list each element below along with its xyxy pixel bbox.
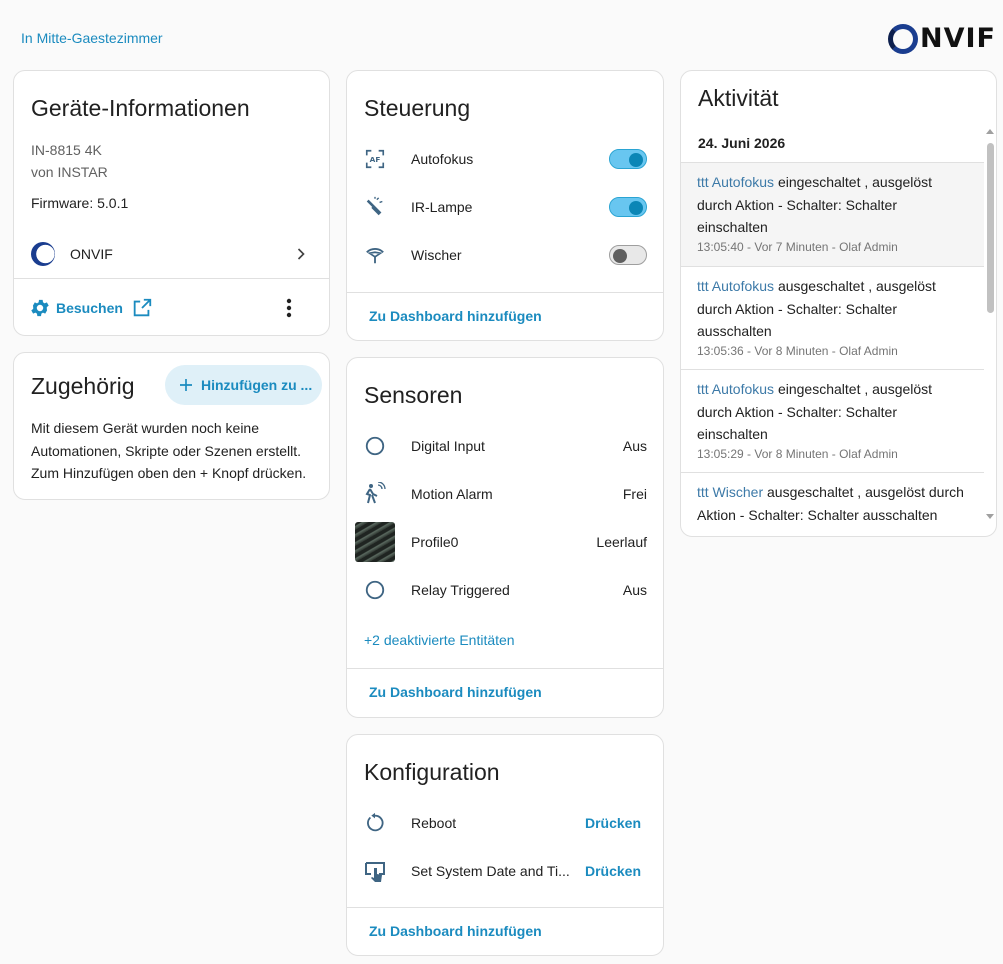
toggle-knob bbox=[629, 201, 643, 215]
circle-outline-icon bbox=[363, 434, 387, 458]
scrollbar-thumb[interactable] bbox=[987, 143, 994, 313]
sensor-row-profile0[interactable]: Profile0 Leerlauf bbox=[347, 522, 663, 562]
wiper-toggle[interactable] bbox=[609, 245, 647, 265]
activity-scrollbar[interactable] bbox=[984, 127, 996, 525]
device-info-card: Geräte-Informationen IN-8815 4K von INST… bbox=[13, 70, 330, 336]
sensor-value: Aus bbox=[622, 582, 647, 598]
device-model: IN-8815 4K bbox=[31, 142, 102, 158]
activity-meta: 13:05:29 - Vor 8 Minuten - Olaf Admin bbox=[697, 446, 898, 461]
add-to-label: Hinzufügen zu ... bbox=[201, 377, 313, 393]
scroll-down-arrow-icon[interactable] bbox=[984, 511, 996, 521]
onvif-logo: NVIF bbox=[888, 22, 1000, 56]
visit-button[interactable]: Besuchen bbox=[29, 296, 153, 320]
controls-add-dashboard-button[interactable]: Zu Dashboard hinzufügen bbox=[369, 308, 542, 324]
breadcrumb-link[interactable]: In Mitte-Gaestezimmer bbox=[21, 30, 163, 46]
controls-title: Steuerung bbox=[364, 95, 471, 121]
autofocus-toggle[interactable] bbox=[609, 149, 647, 169]
restart-icon bbox=[363, 811, 387, 835]
gesture-tap-button-icon bbox=[363, 859, 387, 883]
device-firmware: Firmware: 5.0.1 bbox=[31, 195, 129, 211]
sensor-value: Aus bbox=[622, 438, 647, 454]
autofocus-icon: AF bbox=[363, 147, 387, 171]
chevron-right-icon bbox=[291, 244, 311, 264]
control-label: Wischer bbox=[411, 247, 462, 263]
activity-entry: ttt Autofokus eingeschaltet , ausgelöst … bbox=[681, 370, 984, 473]
integration-label: ONVIF bbox=[70, 246, 113, 262]
config-add-dashboard-button[interactable]: Zu Dashboard hinzufügen bbox=[369, 923, 542, 939]
ir-lamp-toggle[interactable] bbox=[609, 197, 647, 217]
controls-card: Steuerung AF Autofokus IR-Lampe Wischer … bbox=[346, 70, 664, 341]
control-row-autofocus[interactable]: AF Autofokus bbox=[347, 139, 663, 179]
flashlight-icon bbox=[363, 195, 387, 219]
dots-vertical-icon bbox=[286, 298, 292, 318]
device-info-title: Geräte-Informationen bbox=[31, 95, 250, 121]
config-label: Set System Date and Ti... bbox=[411, 863, 570, 879]
sensor-label: Relay Triggered bbox=[411, 582, 510, 598]
onvif-logo-text: NVIF bbox=[920, 23, 996, 54]
activity-entity-link[interactable]: ttt Autofokus bbox=[697, 381, 774, 397]
plus-icon bbox=[177, 376, 195, 394]
sensors-divider bbox=[347, 668, 663, 669]
toggle-knob bbox=[629, 153, 643, 167]
sensor-value: Leerlauf bbox=[596, 534, 647, 550]
config-title: Konfiguration bbox=[364, 759, 500, 785]
toggle-knob bbox=[613, 249, 627, 263]
open-in-new-icon bbox=[131, 297, 153, 319]
onvif-integration-icon bbox=[31, 242, 55, 266]
scroll-up-arrow-icon[interactable] bbox=[984, 127, 996, 137]
visit-label: Besuchen bbox=[56, 300, 123, 316]
sensors-title: Sensoren bbox=[364, 382, 463, 408]
svg-text:AF: AF bbox=[370, 155, 381, 164]
activity-entry: ttt Wischer ausgeschaltet , ausgelöst du… bbox=[681, 473, 984, 536]
sensors-add-dashboard-button[interactable]: Zu Dashboard hinzufügen bbox=[369, 684, 542, 700]
config-divider bbox=[347, 907, 663, 908]
sensor-row-relay-triggered[interactable]: Relay Triggered Aus bbox=[347, 570, 663, 610]
disabled-entities-link[interactable]: +2 deaktivierte Entitäten bbox=[364, 632, 515, 648]
device-info-divider bbox=[14, 278, 329, 279]
motion-sensor-icon bbox=[363, 482, 387, 506]
sensor-row-motion-alarm[interactable]: Motion Alarm Frei bbox=[347, 474, 663, 514]
control-row-wiper[interactable]: Wischer bbox=[347, 235, 663, 275]
activity-title: Aktivität bbox=[698, 85, 779, 111]
camera-thumbnail bbox=[355, 522, 395, 562]
related-card: Zugehörig Hinzufügen zu ... Mit diesem G… bbox=[13, 352, 330, 500]
control-label: Autofokus bbox=[411, 151, 474, 167]
controls-divider bbox=[347, 292, 663, 293]
activity-entity-link[interactable]: ttt Autofokus bbox=[697, 278, 774, 294]
set-date-press-button[interactable]: Drücken bbox=[585, 863, 641, 879]
circle-outline-icon bbox=[363, 578, 387, 602]
activity-meta: 13:05:40 - Vor 7 Minuten - Olaf Admin bbox=[697, 239, 898, 254]
related-text: Mit diesem Gerät wurden noch keine Autom… bbox=[31, 420, 307, 481]
integration-row[interactable]: ONVIF bbox=[14, 234, 329, 274]
gear-icon bbox=[29, 297, 51, 319]
config-card: Konfiguration Reboot Drücken Set System … bbox=[346, 734, 664, 956]
sensors-card: Sensoren Digital Input Aus Motion Alarm … bbox=[346, 357, 664, 718]
activity-entity-link[interactable]: ttt Wischer bbox=[697, 484, 763, 500]
add-to-button[interactable]: Hinzufügen zu ... bbox=[165, 365, 322, 405]
sensor-value: Frei bbox=[622, 486, 647, 502]
control-label: IR-Lampe bbox=[411, 199, 473, 215]
activity-entity-link[interactable]: ttt Autofokus bbox=[697, 174, 774, 190]
activity-card: Aktivität 24. Juni 2026 ttt Autofokus ei… bbox=[680, 70, 997, 537]
config-row-reboot: Reboot Drücken bbox=[347, 803, 663, 843]
config-label: Reboot bbox=[411, 815, 457, 831]
sensor-row-digital-input[interactable]: Digital Input Aus bbox=[347, 426, 663, 466]
config-row-set-date: Set System Date and Ti... Drücken bbox=[347, 851, 663, 891]
activity-entry: ttt Autofokus ausgeschaltet , ausgelöst … bbox=[681, 267, 984, 370]
activity-entry: ttt Autofokus eingeschaltet , ausgelöst … bbox=[681, 163, 984, 267]
control-row-ir-lamp[interactable]: IR-Lampe bbox=[347, 187, 663, 227]
activity-meta: 13:05:36 - Vor 8 Minuten - Olaf Admin bbox=[697, 343, 898, 358]
reboot-press-button[interactable]: Drücken bbox=[585, 815, 641, 831]
sensor-label: Digital Input bbox=[411, 438, 485, 454]
sensor-label: Profile0 bbox=[411, 534, 459, 550]
wiper-icon bbox=[363, 243, 387, 267]
more-options-button[interactable] bbox=[279, 295, 299, 321]
device-manufacturer: von INSTAR bbox=[31, 164, 108, 180]
sensor-label: Motion Alarm bbox=[411, 486, 493, 502]
onvif-logo-mark bbox=[888, 24, 918, 54]
activity-date: 24. Juni 2026 bbox=[698, 135, 786, 151]
related-title: Zugehörig bbox=[31, 373, 135, 399]
